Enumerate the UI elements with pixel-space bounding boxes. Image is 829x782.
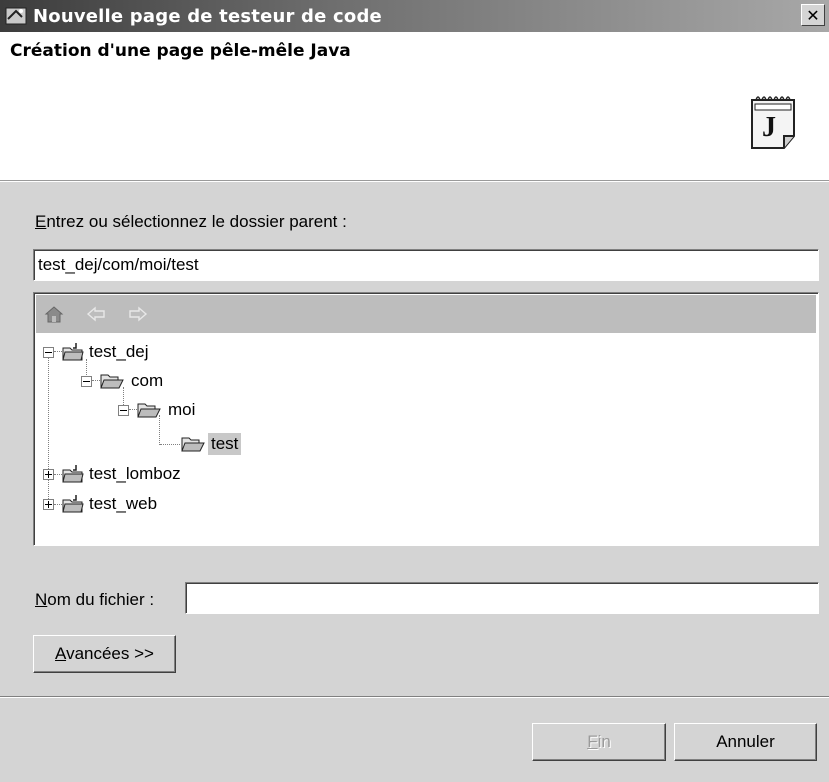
tree-node-com[interactable]: com — [81, 369, 166, 393]
open-folder-icon — [181, 437, 205, 452]
project-folder-icon — [62, 465, 84, 483]
forward-arrow-icon[interactable] — [128, 304, 148, 324]
tree-connector — [160, 444, 180, 445]
java-scrapbook-icon: J — [751, 96, 795, 149]
page-heading: Création d'une page pêle-mêle Java — [10, 41, 351, 61]
tree-node-label: test — [208, 433, 242, 455]
wizard-body: Entrez ou sélectionnez le dossier parent… — [0, 182, 829, 696]
open-folder-icon — [137, 403, 161, 418]
title-bar: Nouvelle page de testeur de code ✕ — [0, 0, 829, 32]
wizard-icon — [5, 7, 27, 25]
tree-node-test-dej[interactable]: test_dej — [43, 340, 152, 364]
tree-node-moi[interactable]: moi — [118, 398, 198, 422]
tree-node-test[interactable]: test — [181, 432, 242, 456]
tree-node-label: test_web — [89, 494, 158, 513]
window-title: Nouvelle page de testeur de code — [33, 5, 382, 27]
collapse-icon[interactable] — [118, 404, 129, 416]
file-name-label: Nom du fichier : — [35, 590, 155, 609]
tree-node-label: com — [131, 371, 164, 390]
folder-tree[interactable]: test_dej com moi test test_lomboz test_w… — [33, 292, 819, 546]
advanced-button[interactable]: Avancées >> — [33, 635, 176, 673]
svg-text:J: J — [762, 112, 776, 143]
tree-toolbar — [36, 295, 816, 333]
wizard-footer: Fin Annuler — [0, 698, 829, 782]
tree-node-test-web[interactable]: test_web — [43, 492, 160, 516]
expand-icon[interactable] — [43, 498, 54, 510]
collapse-icon[interactable] — [43, 346, 54, 358]
parent-folder-input[interactable]: test_dej/com/moi/test — [33, 249, 819, 281]
finish-button-label: Fin — [587, 732, 611, 751]
parent-folder-label: Entrez ou sélectionnez le dossier parent… — [35, 212, 347, 231]
finish-button[interactable]: Fin — [532, 723, 666, 761]
collapse-icon[interactable] — [81, 375, 92, 387]
project-folder-icon — [62, 343, 84, 361]
tree-node-label: test_dej — [89, 342, 149, 361]
back-arrow-icon[interactable] — [86, 304, 106, 324]
tree-node-test-lomboz[interactable]: test_lomboz — [43, 462, 184, 486]
close-button[interactable]: ✕ — [801, 4, 825, 26]
cancel-button[interactable]: Annuler — [674, 723, 817, 761]
home-icon[interactable] — [44, 304, 64, 324]
close-icon: ✕ — [806, 5, 820, 25]
wizard-header: Création d'une page pêle-mêle Java J — [0, 32, 829, 181]
tree-node-label: moi — [168, 400, 196, 419]
tree-node-label: test_lomboz — [89, 464, 181, 483]
file-name-input[interactable] — [185, 582, 819, 614]
expand-icon[interactable] — [43, 468, 54, 480]
advanced-button-label: Avancées >> — [55, 644, 154, 663]
project-folder-icon — [62, 495, 84, 513]
open-folder-icon — [100, 374, 124, 389]
